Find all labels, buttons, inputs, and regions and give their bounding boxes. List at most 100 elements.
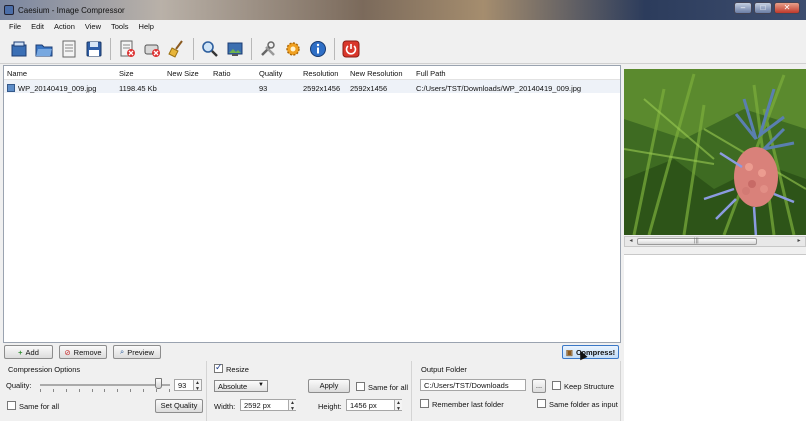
column-new-resolution[interactable]: New Resolution [347, 66, 413, 79]
menu-tools[interactable]: Tools [106, 20, 134, 34]
resize-same-for-all-label: Same for all [368, 383, 409, 392]
chevron-down-icon: ▼ [258, 382, 264, 388]
width-label: Width: [214, 402, 236, 411]
preview-button-label: Preview [127, 347, 154, 357]
close-button[interactable]: ✕ [774, 2, 800, 14]
set-quality-button[interactable]: Set Quality [155, 399, 203, 413]
exit-button[interactable] [340, 38, 362, 60]
remove-document-icon [120, 40, 135, 57]
menu-bar: File Edit Action View Tools Help [0, 20, 806, 34]
resize-checkbox[interactable] [214, 362, 223, 373]
table-row[interactable]: WP_20140419_009.jpg 1198.45 Kb 93 2592x1… [4, 80, 620, 93]
broom-icon [168, 39, 183, 58]
toolbar-separator [193, 37, 194, 60]
remove-item-button[interactable] [116, 38, 138, 60]
remove-button[interactable]: ⊘ Remove [59, 345, 107, 359]
save-button[interactable] [83, 38, 105, 60]
preview-horizontal-scrollbar[interactable]: ◂ ||| ▸ [624, 236, 806, 247]
menu-edit[interactable]: Edit [26, 20, 49, 34]
list-header: Name Size New Size Ratio Quality Resolut… [4, 66, 620, 80]
magnifier-icon [202, 40, 218, 57]
eraser-icon [144, 44, 160, 57]
height-spin-arrows-icon[interactable]: ▲ ▼ [394, 400, 402, 412]
app-icon [4, 5, 14, 15]
plus-icon: + [18, 347, 23, 357]
row-name-cell: WP_20140419_009.jpg [4, 81, 116, 93]
resize-mode-value: Absolute [218, 382, 248, 391]
file-list[interactable]: Name Size New Size Ratio Quality Resolut… [3, 65, 621, 343]
keep-structure-checkbox[interactable] [552, 381, 561, 390]
compress-button[interactable]: ▣ Compress! [562, 345, 619, 359]
resize-same-for-all-checkbox[interactable] [356, 382, 365, 391]
tools-button[interactable] [257, 38, 279, 60]
quality-slider-track[interactable] [40, 384, 170, 386]
width-value: 2592 px [244, 401, 271, 410]
image-preview-icon [227, 42, 243, 56]
row-quality: 93 [259, 83, 268, 93]
menu-file[interactable]: File [4, 20, 26, 34]
image-file-icon [7, 83, 15, 92]
column-quality[interactable]: Quality [256, 66, 300, 79]
output-folder-panel: Output Folder C:/Users/TST/Downloads ...… [415, 361, 621, 421]
resize-label: Resize [226, 365, 249, 374]
width-spin-arrows-icon[interactable]: ▲ ▼ [288, 400, 296, 412]
document-icon [62, 40, 76, 57]
scroll-left-icon[interactable]: ◂ [626, 237, 636, 246]
window-controls: – □ ✕ [734, 2, 800, 14]
output-folder-input[interactable]: C:/Users/TST/Downloads [420, 379, 526, 391]
resize-mode-select[interactable]: Absolute ▼ [214, 380, 268, 392]
about-button[interactable] [307, 38, 329, 60]
add-button[interactable]: + Add [4, 345, 53, 359]
remember-last-folder-checkbox[interactable] [420, 399, 429, 408]
quality-slider-ticks [40, 389, 170, 392]
same-folder-as-input-label: Same folder as input [549, 400, 618, 409]
quality-slider-thumb[interactable] [155, 378, 162, 389]
power-icon [342, 40, 360, 57]
save-list-button[interactable] [58, 38, 80, 60]
column-resolution[interactable]: Resolution [300, 66, 347, 79]
maximize-button[interactable]: □ [754, 2, 772, 14]
row-new-size [164, 85, 210, 88]
folder-open-icon [35, 44, 53, 56]
open-folder-button[interactable] [33, 38, 55, 60]
remove-icon: ⊘ [64, 347, 71, 357]
save-icon [86, 41, 102, 56]
new-list-button[interactable] [8, 38, 30, 60]
column-new-size[interactable]: New Size [164, 66, 210, 79]
tools-icon [261, 40, 275, 56]
quality-spin-arrows-icon[interactable]: ▲ ▼ [193, 380, 201, 392]
magnifier-icon: ⌕ [120, 347, 125, 356]
quality-value: 93 [178, 381, 187, 390]
row-name: WP_20140419_009.jpg [18, 83, 97, 93]
search-button[interactable] [199, 38, 221, 60]
settings-button[interactable] [282, 38, 304, 60]
column-full-path[interactable]: Full Path [413, 66, 613, 79]
row-size: 1198.45 Kb [119, 83, 157, 93]
clean-button[interactable] [166, 38, 188, 60]
scroll-right-icon[interactable]: ▸ [794, 237, 804, 246]
new-list-icon [11, 41, 27, 56]
output-folder-path: C:/Users/TST/Downloads [424, 381, 509, 390]
toolbar-separator [334, 37, 335, 60]
column-ratio[interactable]: Ratio [210, 66, 256, 79]
preview-button[interactable]: ⌕ Preview [113, 345, 161, 359]
menu-help[interactable]: Help [134, 20, 159, 34]
menu-action[interactable]: Action [49, 20, 80, 34]
same-folder-as-input-checkbox[interactable] [537, 399, 546, 408]
same-for-all-label: Same for all [19, 402, 60, 411]
browse-button[interactable]: ... [532, 379, 546, 393]
toolbar [0, 34, 806, 64]
preview-image-button[interactable] [224, 38, 246, 60]
window-title: Caesium - Image Compressor [18, 5, 125, 15]
scrollbar-thumb[interactable]: ||| [637, 238, 757, 245]
preview-photo [624, 69, 806, 235]
minimize-button[interactable]: – [734, 2, 752, 14]
column-size[interactable]: Size [116, 66, 164, 79]
clear-list-button[interactable] [141, 38, 163, 60]
same-for-all-checkbox[interactable] [7, 401, 16, 410]
apply-button[interactable]: Apply [308, 379, 350, 393]
menu-view[interactable]: View [80, 20, 106, 34]
keep-structure-label: Keep Structure [564, 382, 615, 391]
row-new-resolution: 2592x1456 [350, 83, 388, 93]
column-name[interactable]: Name [4, 66, 116, 79]
